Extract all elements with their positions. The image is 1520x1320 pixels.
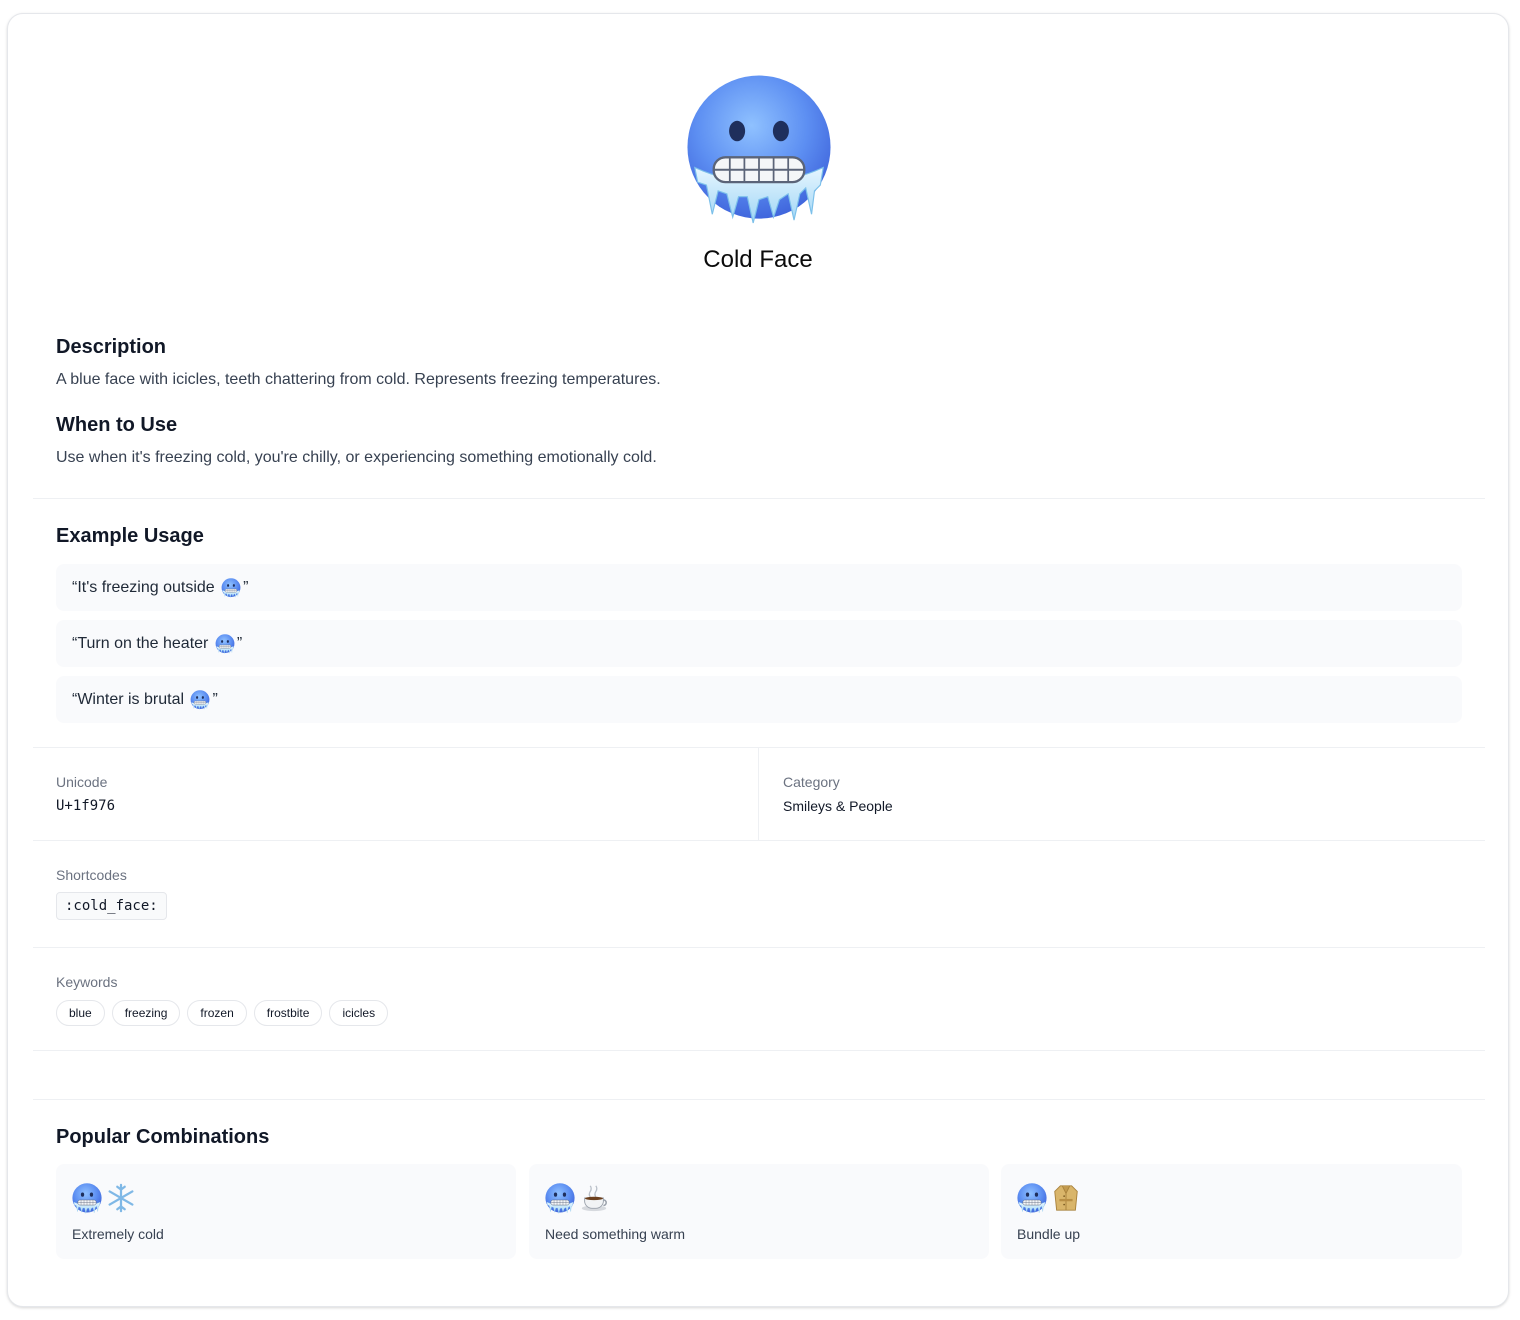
combination-label: Need something warm (545, 1226, 686, 1242)
emoji-hero: Cold Face (8, 14, 1508, 314)
keyword-chip[interactable]: icicles (329, 1000, 389, 1026)
keywords-section: Keywords blue freezing frozen frostbite … (56, 974, 389, 1026)
example-item: “It's freezing outside ” (56, 564, 1462, 611)
divider (33, 747, 1485, 748)
keyword-chip[interactable]: frostbite (253, 1000, 323, 1026)
divider (33, 840, 1485, 841)
example-text: “Winter is brutal (72, 690, 189, 708)
keyword-chip[interactable]: frozen (187, 1000, 247, 1026)
example-item: “Winter is brutal ” (56, 676, 1462, 723)
category-label: Category (783, 774, 840, 790)
emoji-title: Cold Face (703, 246, 813, 273)
unicode-label: Unicode (56, 774, 108, 790)
description-text: A blue face with icicles, teeth chatteri… (56, 371, 661, 388)
combination-icons (72, 1182, 500, 1214)
when-to-use-heading: When to Use (56, 414, 178, 436)
combination-icons (1017, 1182, 1446, 1214)
cold-face-icon (545, 1183, 575, 1214)
vertical-divider (758, 748, 759, 840)
cold-face-icon (215, 634, 235, 654)
cold-face-icon (72, 1183, 102, 1214)
popular-combinations-heading: Popular Combinations (56, 1126, 270, 1148)
cold-face-icon (221, 578, 241, 598)
example-close-quote: ” (212, 690, 218, 708)
keyword-chip[interactable]: blue (56, 1000, 105, 1026)
cold-face-icon (686, 74, 832, 226)
popular-combinations-section: Popular Combinations (56, 1126, 269, 1149)
shortcodes-label: Shortcodes (56, 867, 127, 883)
snowflake-icon (106, 1183, 136, 1213)
when-to-use-section: When to Use Use when it's freezing cold,… (56, 414, 657, 467)
description-section: Description A blue face with icicles, te… (56, 336, 661, 389)
unicode-value: U+1f976 (56, 798, 116, 814)
category-value: Smileys & People (783, 798, 893, 814)
example-text: “Turn on the heater (72, 634, 213, 652)
divider (33, 1099, 1485, 1100)
combination-card[interactable]: Need something warm (529, 1164, 989, 1259)
when-to-use-text: Use when it's freezing cold, you're chil… (56, 449, 657, 466)
example-text: “It's freezing outside (72, 578, 220, 596)
combination-card[interactable]: Extremely cold (56, 1164, 516, 1259)
keyword-list: blue freezing frozen frostbite icicles (56, 1000, 389, 1026)
cold-face-icon (190, 690, 210, 710)
example-usage-section: Example Usage (56, 525, 204, 548)
example-close-quote: ” (236, 634, 243, 652)
unicode-field: Unicode U+1f976 (56, 774, 115, 814)
divider (33, 1050, 1485, 1051)
shortcode-badge[interactable]: :cold_face: (56, 892, 167, 920)
category-field: Category Smileys & People (783, 774, 893, 814)
combination-card[interactable]: Bundle up (1001, 1164, 1462, 1259)
combination-label: Bundle up (1017, 1226, 1081, 1242)
shortcodes-section: Shortcodes :cold_face: (56, 867, 167, 920)
example-usage-heading: Example Usage (56, 525, 204, 547)
description-heading: Description (56, 336, 167, 358)
example-item: “Turn on the heater ” (56, 620, 1462, 667)
keywords-label: Keywords (56, 974, 118, 990)
hot-beverage-icon (579, 1183, 609, 1213)
emoji-detail-card: Cold Face Description A blue face with i… (7, 13, 1509, 1307)
coat-icon (1051, 1183, 1081, 1213)
example-close-quote: ” (243, 578, 249, 596)
divider (33, 498, 1485, 499)
cold-face-icon (1017, 1183, 1047, 1214)
combination-label: Extremely cold (72, 1226, 164, 1242)
combination-icons (545, 1182, 973, 1214)
keyword-chip[interactable]: freezing (111, 1000, 181, 1026)
divider (33, 947, 1485, 948)
